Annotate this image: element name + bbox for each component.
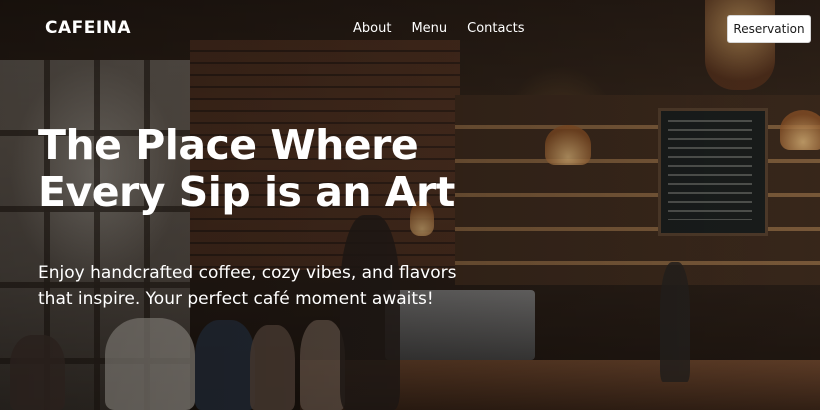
customer-figure xyxy=(105,318,195,410)
hero-section: CAFEINA About Menu Contacts Reservation … xyxy=(0,0,820,410)
pendant-lamp xyxy=(780,110,820,150)
brand-logo[interactable]: CAFEINA xyxy=(45,18,131,38)
reservation-button[interactable]: Reservation xyxy=(727,15,811,43)
window-frame xyxy=(0,60,190,410)
top-navbar: CAFEINA About Menu Contacts Reservation xyxy=(0,0,820,58)
customer-figure xyxy=(250,325,295,410)
nav-link-menu[interactable]: Menu xyxy=(411,21,447,36)
nav-link-about[interactable]: About xyxy=(353,21,391,36)
nav-link-contacts[interactable]: Contacts xyxy=(467,21,524,36)
hero-subtitle: Enjoy handcrafted coffee, cozy vibes, an… xyxy=(38,263,457,309)
pendant-lamp xyxy=(545,125,591,165)
barista-figure xyxy=(340,215,400,410)
customer-figure xyxy=(300,320,345,410)
barista-figure xyxy=(660,262,690,382)
background-window xyxy=(0,60,190,410)
menu-chalkboard xyxy=(658,108,768,236)
customer-figure xyxy=(10,335,65,410)
hero-title: The Place Where Every Sip is an Art xyxy=(38,121,455,216)
customer-figure xyxy=(195,320,255,410)
nav-links: About Menu Contacts xyxy=(353,21,525,36)
chalkboard-writing xyxy=(668,120,752,220)
coffee-shelves xyxy=(455,95,820,285)
bar-counter xyxy=(300,360,820,410)
